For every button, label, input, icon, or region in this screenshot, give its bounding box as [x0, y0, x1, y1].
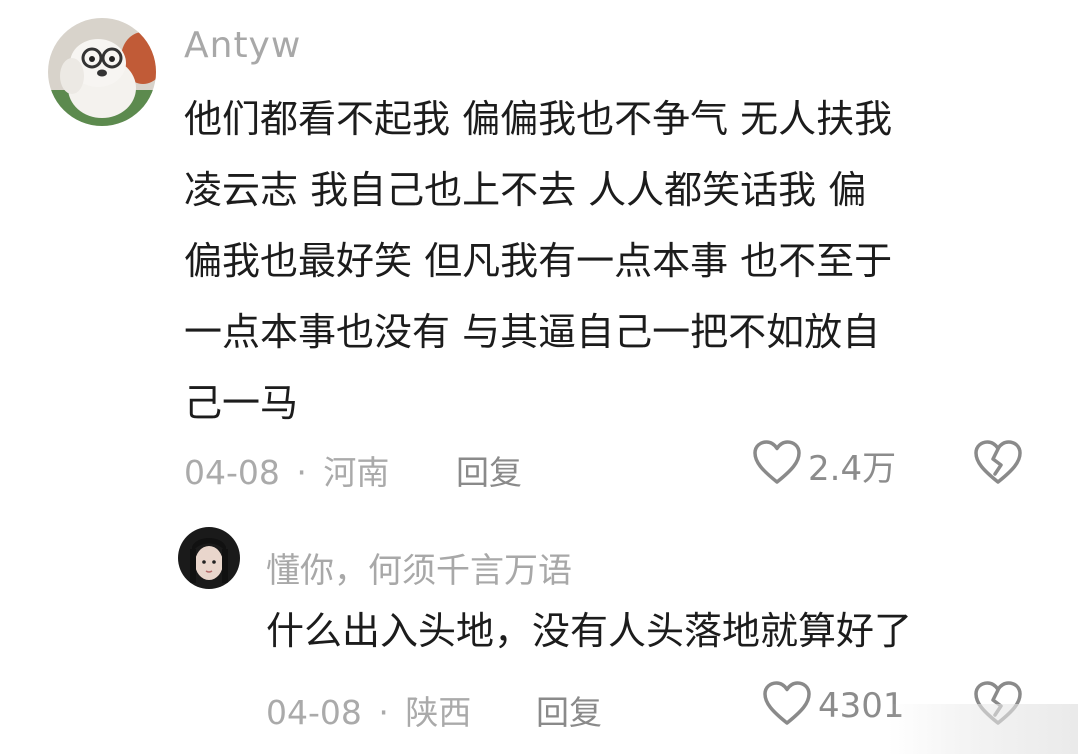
reply-meta: 04-08 · 陕西	[266, 686, 471, 734]
reply-location: 陕西	[405, 693, 472, 732]
meta-separator: ·	[296, 453, 307, 492]
heart-icon	[762, 681, 812, 731]
reply-reply-button[interactable]: 回复	[536, 686, 602, 734]
reply-avatar[interactable]	[178, 527, 240, 589]
reply-text: 什么出入头地，没有人头落地就算好了	[266, 609, 913, 653]
reply-username[interactable]: 懂你，何须千言万语	[266, 543, 572, 592]
like-button[interactable]: 2.4万	[752, 440, 896, 490]
comment-text-line: 他们都看不起我 偏偏我也不争气 无人扶我	[184, 97, 893, 141]
dislike-button[interactable]	[973, 440, 1023, 490]
reply-button[interactable]: 回复	[456, 446, 522, 494]
comment-username[interactable]: Antyw	[184, 25, 301, 66]
comment-location: 河南	[323, 453, 390, 492]
comment-meta: 04-08 · 河南	[184, 446, 389, 494]
broken-heart-icon	[973, 440, 1023, 490]
reply-like-button[interactable]: 4301	[762, 681, 905, 731]
heart-icon	[752, 440, 802, 490]
comment-text-line: 凌云志 我自己也上不去 人人都笑话我 偏	[184, 168, 867, 212]
comment-text-line: 一点本事也没有 与其逼自己一把不如放自	[184, 310, 881, 354]
comment-text-line: 偏我也最好笑 但凡我有一点本事 也不至于	[184, 239, 893, 283]
comment-date: 04-08	[184, 453, 280, 492]
meta-separator: ·	[378, 693, 389, 732]
avatar-image	[48, 18, 156, 126]
like-count: 2.4万	[808, 448, 897, 489]
avatar[interactable]	[48, 18, 156, 126]
comment-text-line: 己一马	[184, 381, 299, 425]
comment-text: 他们都看不起我 偏偏我也不争气 无人扶我 凌云志 我自己也上不去 人人都笑话我 …	[184, 84, 892, 439]
reply-avatar-image	[178, 527, 240, 589]
reply-date: 04-08	[266, 693, 362, 732]
watermark-overlay	[888, 704, 1078, 754]
